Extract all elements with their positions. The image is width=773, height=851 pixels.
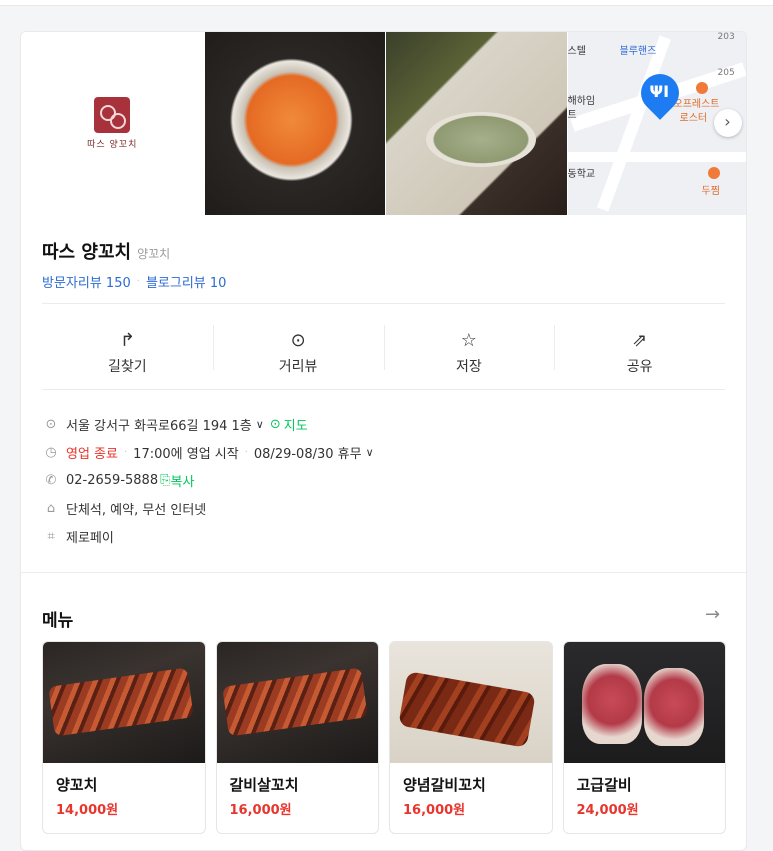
divider <box>42 303 725 304</box>
menu-item[interactable]: 고급갈비 24,000원 <box>562 641 726 834</box>
logo-emblem-icon <box>94 97 131 133</box>
map-label: 두찜 <box>701 186 720 197</box>
action-label: 공유 <box>626 358 653 375</box>
map-label: 해하임 <box>567 96 596 107</box>
map-label: 트 <box>567 110 577 121</box>
menu-item-name: 갈비살꼬치 <box>229 776 299 794</box>
details-list: ⊙ 서울 강서구 화곡로66길 194 1층 ∨ ⊙ 지도 ◷ 영업 종료 · … <box>42 410 725 550</box>
street-view-button[interactable]: ⊙ 거리뷰 <box>212 315 384 390</box>
share-icon: ⇗ <box>632 329 648 351</box>
open-info: 17:00에 영업 시작 <box>133 446 239 462</box>
review-row: 방문자리뷰 150 · 블로그리뷰 10 <box>42 272 226 291</box>
map-label: 동학교 <box>567 169 596 180</box>
action-label: 저장 <box>455 358 482 375</box>
menu-item-price: 16,000원 <box>403 803 466 818</box>
restaurant-logo[interactable]: 따스 양꼬치 <box>21 32 204 215</box>
directions-icon: ↱ <box>119 329 135 351</box>
section-divider <box>21 572 746 573</box>
holiday-info: 08/29-08/30 휴무 <box>253 446 362 462</box>
phone-row: ✆ 02-2659-5888 ⎘ 복사 <box>42 466 725 494</box>
restaurant-poi-icon <box>695 82 708 94</box>
menu-item-price: 16,000원 <box>229 803 292 818</box>
save-button[interactable]: ☆ 저장 <box>383 315 555 390</box>
menu-item-price: 14,000원 <box>56 803 119 818</box>
separator-dot: · <box>244 446 248 458</box>
menu-item[interactable]: 양념갈비꼬치 16,000원 <box>389 641 553 834</box>
menu-item-photo <box>216 642 379 763</box>
action-label: 거리뷰 <box>278 358 318 375</box>
location-pin-icon: ⊙ <box>45 416 57 432</box>
map-label: 블루핸즈 <box>619 46 657 57</box>
copy-phone-button[interactable]: 복사 <box>171 471 195 490</box>
business-status: 영업 종료 <box>66 446 118 462</box>
map-label: 오프레스트 <box>673 99 720 110</box>
separator-dot: · <box>123 446 128 458</box>
mini-map[interactable]: 스텔 블루핸즈 205 해하임 트 오프레스트 로스터 동학교 두찜 203 Ψ… <box>567 32 746 215</box>
hours-row: ◷ 영업 종료 · 17:00에 영업 시작 · 08/29-08/30 휴무 … <box>42 438 725 466</box>
menu-item[interactable]: 양꼬치 14,000원 <box>42 641 206 834</box>
menu-section-title: 메뉴 <box>42 611 74 631</box>
star-icon: ☆ <box>460 329 477 351</box>
amenities-row: ⌂ 단체석, 예약, 무선 인터넷 <box>42 494 725 522</box>
map-label: 스텔 <box>567 46 586 57</box>
next-photo-button[interactable]: › <box>713 109 742 137</box>
payment-row: ⌗ 제로페이 <box>42 522 725 550</box>
divider <box>42 389 725 390</box>
separator-dot: · <box>136 276 140 287</box>
menu-item-name: 양꼬치 <box>56 776 98 794</box>
store-icon: ⌂ <box>46 500 56 516</box>
action-bar: ↱ 길찾기 ⊙ 거리뷰 ☆ 저장 ⇗ 공유 <box>42 315 725 390</box>
fork-knife-icon: ΨΙ <box>649 82 670 101</box>
share-button[interactable]: ⇗ 공유 <box>554 315 725 390</box>
menu-item-photo <box>563 642 726 763</box>
map-label: 205 <box>717 68 735 78</box>
amenities-text: 단체석, 예약, 무선 인터넷 <box>66 502 207 518</box>
photo-soup[interactable] <box>204 32 385 215</box>
directions-button[interactable]: ↱ 길찾기 <box>42 315 213 390</box>
blog-reviews-link[interactable]: 블로그리뷰 10 <box>146 272 226 291</box>
menu-item-price: 24,000원 <box>576 803 639 818</box>
scan-pay-icon: ⌗ <box>47 528 55 544</box>
phone-number: 02-2659-5888 <box>66 472 159 488</box>
place-name: 따스 양꼬치 <box>42 242 132 263</box>
expand-address-chevron-icon[interactable]: ∨ <box>256 418 264 431</box>
place-category: 양꼬치 <box>137 247 171 261</box>
map-link[interactable]: 지도 <box>284 415 308 434</box>
menu-item[interactable]: 갈비살꼬치 16,000원 <box>215 641 379 834</box>
action-label: 길찾기 <box>108 358 147 375</box>
photo-strip: 따스 양꼬치 스텔 블루핸즈 205 해하임 트 오프레스트 로스터 동학교 두… <box>21 32 746 215</box>
photo-dumplings[interactable] <box>386 32 567 215</box>
menu-item-photo <box>390 642 552 763</box>
expand-hours-chevron-icon[interactable]: ∨ <box>366 446 374 459</box>
menu-more-arrow-icon[interactable]: → <box>705 604 720 625</box>
restaurant-poi-icon <box>707 167 720 179</box>
address-row: ⊙ 서울 강서구 화곡로66길 194 1층 ∨ ⊙ 지도 <box>42 410 725 438</box>
map-label: 203 <box>717 32 735 42</box>
top-bar <box>0 0 773 6</box>
copy-icon: ⎘ <box>160 472 171 488</box>
place-card: 따스 양꼬치 스텔 블루핸즈 205 해하임 트 오프레스트 로스터 동학교 두… <box>20 31 747 851</box>
title-row: 따스 양꼬치 양꼬치 <box>42 238 170 264</box>
menu-item-photo <box>43 642 205 763</box>
clock-icon: ◷ <box>45 444 57 460</box>
visitor-reviews-link[interactable]: 방문자리뷰 150 <box>42 272 131 291</box>
map-label: 로스터 <box>679 113 708 124</box>
phone-icon: ✆ <box>45 472 57 488</box>
logo-text: 따스 양꼬치 <box>87 140 138 150</box>
payment-text: 제로페이 <box>66 530 114 546</box>
map-pin-green-icon: ⊙ <box>269 416 281 432</box>
menu-list: 양꼬치 14,000원 갈비살꼬치 16,000원 양념갈비꼬치 16,000원… <box>42 641 726 834</box>
map-road <box>567 152 746 162</box>
menu-item-name: 고급갈비 <box>576 776 632 794</box>
street-view-icon: ⊙ <box>290 329 306 351</box>
menu-item-name: 양념갈비꼬치 <box>403 776 486 794</box>
map-road <box>596 35 671 212</box>
address-text: 서울 강서구 화곡로66길 194 1층 <box>66 418 252 434</box>
